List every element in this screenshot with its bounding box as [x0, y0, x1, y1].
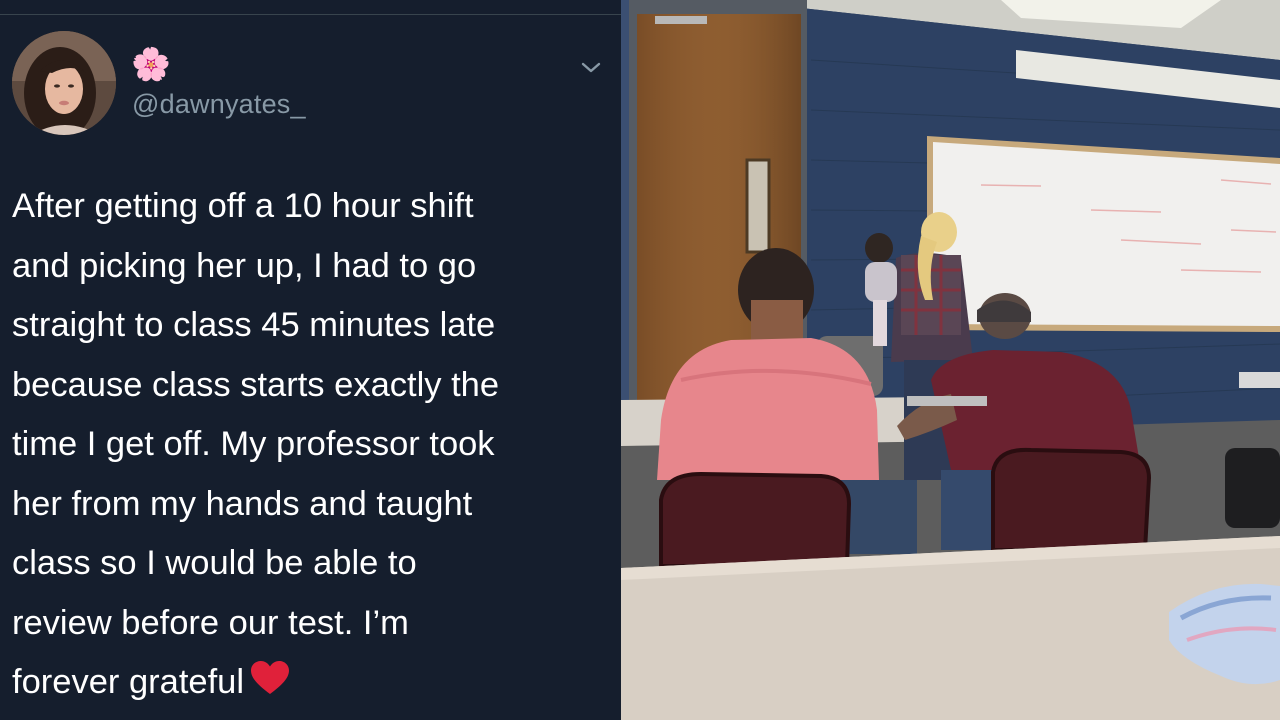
tweet-line: After getting off a 10 hour shift	[12, 187, 474, 225]
tweet-line: and picking her up, I had to go	[12, 246, 477, 285]
divider	[0, 14, 621, 15]
tweet-card: 🌸 @dawnyates_ After getting off a 10 hou…	[0, 0, 621, 720]
tweet-line: forever grateful	[12, 663, 245, 701]
user-handle[interactable]: @dawnyates_	[132, 88, 306, 120]
tweet-body: After getting off a 10 hour shift and pi…	[12, 177, 612, 716]
red-heart-icon	[250, 656, 290, 716]
tweet-line: because class starts exactly the	[12, 365, 500, 404]
profile-photo-icon	[12, 31, 116, 135]
classroom-photo	[621, 0, 1280, 720]
tweet-last-line: forever grateful	[12, 653, 612, 716]
tweet-line: her from my hands and taught	[12, 484, 473, 523]
tweet-line: class so I would be able to	[12, 544, 417, 582]
chevron-down-icon[interactable]	[578, 55, 604, 81]
meme-image: 🌸 @dawnyates_ After getting off a 10 hou…	[0, 0, 1280, 720]
tweet-line: straight to class 45 minutes late	[12, 306, 496, 344]
tweet-line: time I get off. My professor took	[12, 425, 495, 463]
classroom-scene-image	[621, 0, 1280, 720]
tweet-line: review before our test. I’m	[12, 603, 409, 642]
avatar[interactable]	[12, 31, 116, 135]
display-name[interactable]: 🌸	[131, 44, 171, 84]
